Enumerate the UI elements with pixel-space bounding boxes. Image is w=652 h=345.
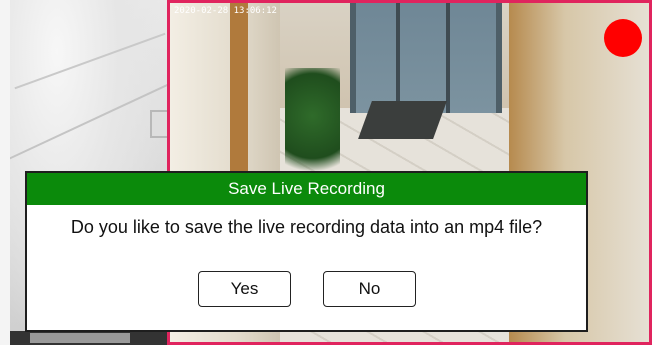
save-recording-dialog: Save Live Recording Do you like to save …: [25, 171, 588, 332]
no-button[interactable]: No: [323, 271, 416, 307]
camera-bottom-highlight: [30, 333, 130, 343]
entrance-doors: [350, 3, 502, 113]
recording-indicator-icon: [604, 19, 642, 57]
dialog-title: Save Live Recording: [228, 179, 385, 198]
yes-button[interactable]: Yes: [198, 271, 291, 307]
dialog-title-bar: Save Live Recording: [27, 173, 586, 205]
dialog-message: Do you like to save the live recording d…: [70, 217, 543, 237]
dialog-button-row: Yes No: [27, 271, 586, 309]
ceiling-vent: [150, 110, 167, 138]
ceiling-beam: [10, 77, 167, 165]
camera-bottom-strip: [10, 331, 167, 345]
door-frame: [396, 3, 400, 113]
ceiling-beam: [14, 32, 166, 90]
entrance-rug: [358, 101, 447, 139]
camera-timestamp: 2020-02-28 13:06:12: [174, 6, 277, 16]
door-frame: [446, 3, 450, 113]
potted-plant: [285, 68, 340, 188]
